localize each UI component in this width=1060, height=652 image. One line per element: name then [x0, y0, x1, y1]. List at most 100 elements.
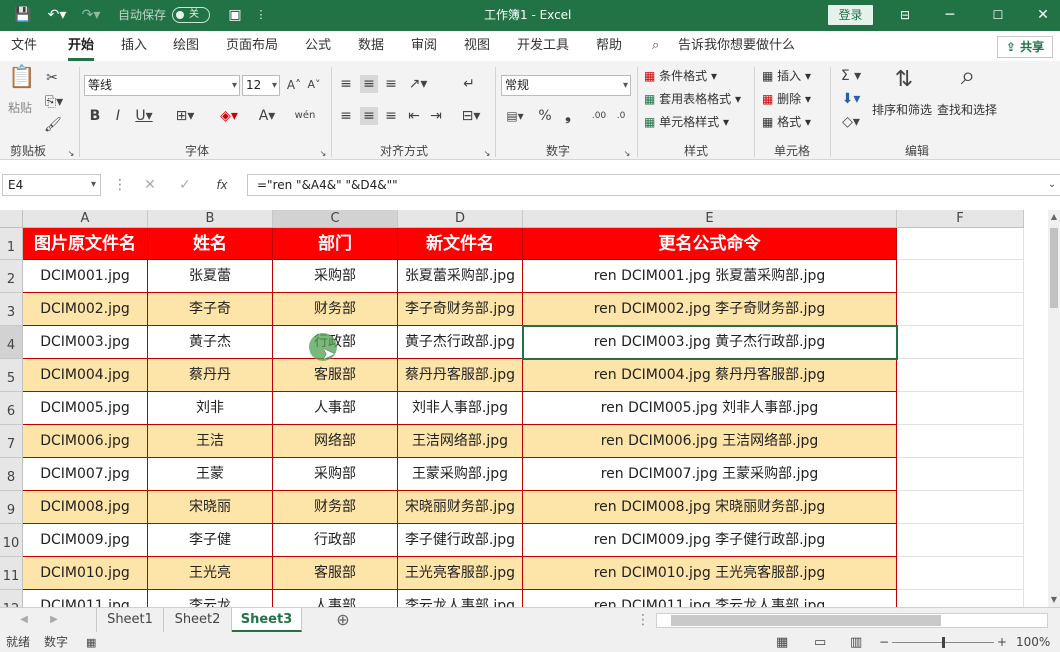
column-header-b[interactable]: B: [148, 210, 273, 228]
horizontal-scrollbar[interactable]: [656, 613, 1048, 628]
decrease-decimal-icon[interactable]: .0: [612, 107, 630, 125]
table-cell[interactable]: 网络部: [273, 425, 398, 458]
row-header[interactable]: 4: [0, 326, 23, 359]
table-cell[interactable]: ren DCIM004.jpg 蔡丹丹客服部.jpg: [523, 359, 897, 392]
row-header[interactable]: 8: [0, 458, 23, 491]
row-header[interactable]: 5: [0, 359, 23, 392]
row-header[interactable]: 7: [0, 425, 23, 458]
zoom-level[interactable]: 100%: [1016, 633, 1050, 652]
table-cell[interactable]: 王光亮客服部.jpg: [398, 557, 523, 590]
align-top-icon[interactable]: ≡: [338, 75, 354, 93]
table-cell[interactable]: ren DCIM003.jpg 黄子杰行政部.jpg: [523, 326, 897, 359]
search-icon[interactable]: ⌕: [652, 38, 659, 54]
drag-handle-icon[interactable]: ⋮: [113, 176, 127, 194]
border-icon[interactable]: ⊞▾: [172, 107, 198, 125]
empty-cell[interactable]: [897, 326, 1024, 359]
undo-icon[interactable]: ↶▾: [44, 5, 70, 25]
table-cell[interactable]: 李云龙人事部.jpg: [398, 590, 523, 607]
empty-cell[interactable]: [897, 392, 1024, 425]
align-left-icon[interactable]: ≡: [338, 107, 354, 125]
table-cell[interactable]: 人事部: [273, 392, 398, 425]
table-cell[interactable]: 王光亮: [148, 557, 273, 590]
table-cell[interactable]: DCIM006.jpg: [23, 425, 148, 458]
table-cell[interactable]: 蔡丹丹客服部.jpg: [398, 359, 523, 392]
table-cell[interactable]: ren DCIM006.jpg 王洁网络部.jpg: [523, 425, 897, 458]
tab-data[interactable]: 数据: [358, 38, 384, 54]
tab-view[interactable]: 视图: [464, 38, 490, 54]
column-header-e[interactable]: E: [523, 210, 897, 228]
font-name-select[interactable]: 等线: [84, 75, 240, 96]
row-header[interactable]: 9: [0, 491, 23, 524]
table-cell[interactable]: ren DCIM008.jpg 宋晓丽财务部.jpg: [523, 491, 897, 524]
table-cell[interactable]: DCIM009.jpg: [23, 524, 148, 557]
horizontal-scroll-thumb[interactable]: [671, 615, 941, 626]
table-cell[interactable]: 黄子杰: [148, 326, 273, 359]
tab-split-handle-icon[interactable]: ⋮: [636, 611, 650, 629]
empty-cell[interactable]: [897, 458, 1024, 491]
tab-insert[interactable]: 插入: [121, 38, 147, 54]
table-header-cell[interactable]: 部门: [273, 228, 398, 260]
fill-color-icon[interactable]: ◈▾: [214, 107, 244, 125]
tab-developer[interactable]: 开发工具: [517, 38, 569, 54]
worksheet-grid[interactable]: ABCDEF123456789101112图片原文件名姓名部门新文件名更名公式命…: [0, 210, 1048, 607]
table-cell[interactable]: 蔡丹丹: [148, 359, 273, 392]
sort-filter-icon[interactable]: ⇅: [890, 69, 918, 101]
row-header[interactable]: 2: [0, 260, 23, 293]
empty-cell[interactable]: [897, 228, 1024, 260]
format-as-table-button[interactable]: ▦ 套用表格格式 ▾: [644, 90, 741, 108]
redo-icon[interactable]: ↷▾: [78, 5, 104, 25]
insert-cells-button[interactable]: ▦ 插入 ▾: [762, 67, 811, 85]
bold-icon[interactable]: B: [88, 107, 102, 125]
table-cell[interactable]: 王蒙采购部.jpg: [398, 458, 523, 491]
ribbon-display-icon[interactable]: ⊟: [897, 5, 913, 25]
sheet-tab-sheet1[interactable]: Sheet1: [96, 608, 164, 632]
decrease-indent-icon[interactable]: ⇤: [406, 107, 422, 125]
tab-review[interactable]: 审阅: [411, 38, 437, 54]
column-header-c[interactable]: C: [273, 210, 398, 228]
copy-icon[interactable]: ⎘▾: [42, 93, 66, 111]
orientation-icon[interactable]: ↗▾: [406, 75, 430, 93]
page-layout-view-icon[interactable]: ▭: [814, 633, 826, 652]
sheet-tab-sheet3[interactable]: Sheet3: [232, 608, 302, 632]
conditional-format-button[interactable]: ▦ 条件格式 ▾: [644, 67, 717, 85]
login-button[interactable]: 登录: [828, 5, 873, 25]
wrap-text-icon[interactable]: ↵: [460, 75, 478, 93]
table-cell[interactable]: 客服部: [273, 557, 398, 590]
tab-help[interactable]: 帮助: [596, 38, 622, 54]
table-cell[interactable]: DCIM010.jpg: [23, 557, 148, 590]
table-cell[interactable]: ren DCIM010.jpg 王光亮客服部.jpg: [523, 557, 897, 590]
comma-icon[interactable]: ❟: [561, 107, 575, 125]
select-all-corner[interactable]: [0, 210, 23, 228]
align-center-icon[interactable]: ≡: [360, 107, 378, 125]
table-cell[interactable]: DCIM001.jpg: [23, 260, 148, 293]
maximize-icon[interactable]: ☐: [990, 5, 1006, 25]
table-cell[interactable]: 李子奇: [148, 293, 273, 326]
table-header-cell[interactable]: 新文件名: [398, 228, 523, 260]
formula-input[interactable]: ="ren "&A4&" "&D4&"": [247, 174, 1060, 196]
close-icon[interactable]: ✕: [1035, 5, 1051, 25]
table-cell[interactable]: 客服部: [273, 359, 398, 392]
table-cell[interactable]: 人事部: [273, 590, 398, 607]
table-cell[interactable]: 王蒙: [148, 458, 273, 491]
row-header[interactable]: 11: [0, 557, 23, 590]
table-cell[interactable]: 王洁: [148, 425, 273, 458]
table-cell[interactable]: 行政部: [273, 524, 398, 557]
delete-cells-button[interactable]: ▦ 删除 ▾: [762, 90, 811, 108]
customize-qat-icon[interactable]: ⋮: [255, 5, 267, 25]
empty-cell[interactable]: [897, 260, 1024, 293]
tab-home[interactable]: 开始: [68, 38, 95, 61]
table-cell[interactable]: DCIM011.jpg: [23, 590, 148, 607]
table-cell[interactable]: ren DCIM005.jpg 刘非人事部.jpg: [523, 392, 897, 425]
align-right-icon[interactable]: ≡: [383, 107, 399, 125]
confirm-entry-icon[interactable]: ✓: [176, 176, 194, 194]
empty-cell[interactable]: [897, 359, 1024, 392]
font-size-select[interactable]: 12: [242, 75, 280, 96]
paste-button[interactable]: 粘贴: [8, 99, 32, 117]
sheet-tab-sheet2[interactable]: Sheet2: [164, 608, 232, 632]
table-cell[interactable]: 财务部: [273, 293, 398, 326]
table-cell[interactable]: ren DCIM007.jpg 王蒙采购部.jpg: [523, 458, 897, 491]
increase-indent-icon[interactable]: ⇥: [428, 107, 444, 125]
table-cell[interactable]: DCIM007.jpg: [23, 458, 148, 491]
underline-icon[interactable]: U▾: [132, 107, 156, 125]
row-header[interactable]: 3: [0, 293, 23, 326]
